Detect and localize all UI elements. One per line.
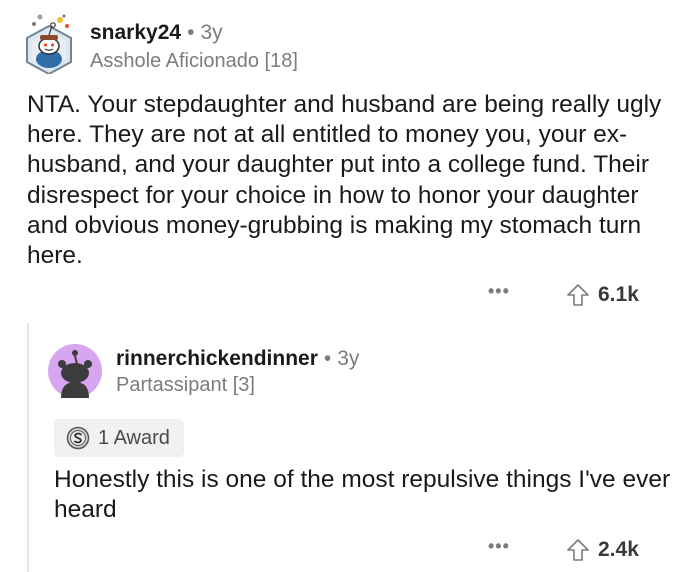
more-options-button[interactable]: ••• bbox=[488, 537, 528, 555]
upvote-arrow-icon[interactable] bbox=[566, 283, 590, 307]
reply-actions: ••• 2.4k bbox=[488, 537, 639, 562]
meta-separator: • bbox=[323, 347, 332, 370]
award-label: 1 Award bbox=[98, 426, 170, 449]
meta-separator: • bbox=[187, 21, 195, 44]
comment-author[interactable]: snarky24 bbox=[90, 21, 181, 44]
more-options-button[interactable]: ••• bbox=[488, 282, 528, 300]
user-flair: Asshole Aficionado [18] bbox=[90, 50, 298, 72]
reply-author[interactable]: rinnerchickendinner bbox=[116, 347, 318, 370]
silver-award-icon bbox=[66, 426, 90, 450]
upvote-arrow-icon[interactable] bbox=[566, 538, 590, 562]
thread-line[interactable] bbox=[27, 323, 29, 572]
comment-actions: ••• 6.1k bbox=[488, 282, 639, 307]
vote-score: 6.1k bbox=[598, 283, 639, 306]
vote-score: 2.4k bbox=[598, 538, 639, 561]
vote-control: 2.4k bbox=[566, 538, 639, 562]
vote-control: 6.1k bbox=[566, 283, 639, 307]
snoo-avatar-icon[interactable] bbox=[24, 12, 74, 74]
comment-body: NTA. Your stepdaughter and husband are b… bbox=[27, 91, 662, 270]
award-badge[interactable]: 1 Award bbox=[54, 419, 184, 457]
reply-age: 3y bbox=[337, 347, 360, 370]
snoo-avatar-icon[interactable] bbox=[48, 344, 102, 398]
user-flair: Partassipant [3] bbox=[116, 374, 255, 396]
reply-author-line: rinnerchickendinner • 3y bbox=[116, 347, 359, 371]
comment-author-line: snarky24 • 3y bbox=[90, 21, 223, 45]
reply-body: Honestly this is one of the most repulsi… bbox=[54, 466, 671, 524]
comment-age: 3y bbox=[200, 21, 223, 44]
